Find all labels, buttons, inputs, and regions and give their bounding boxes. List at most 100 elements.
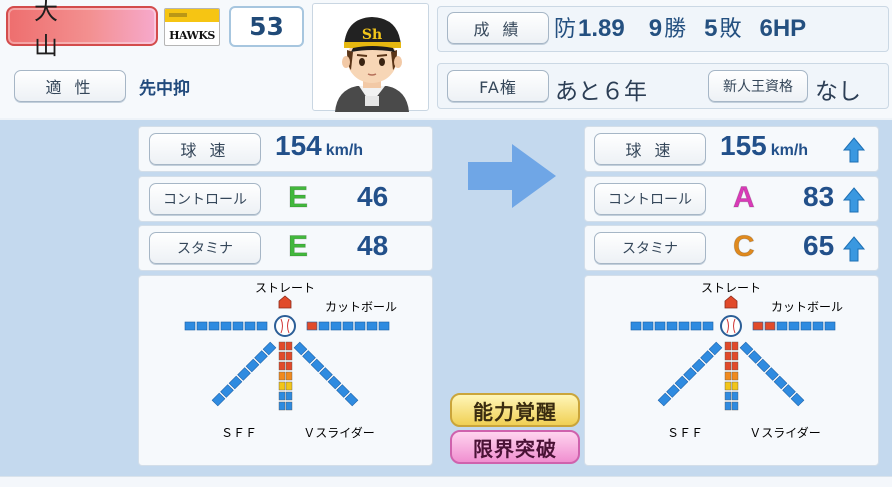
before-fork-segment xyxy=(278,401,286,411)
before-sff-segment xyxy=(245,358,260,373)
before-left-segment xyxy=(220,321,232,331)
after-sff-segment xyxy=(683,367,697,381)
before-vslider-segment xyxy=(319,367,333,381)
after-control-value: 83 xyxy=(803,181,835,212)
player-portrait: Sh xyxy=(312,3,429,112)
before-fork-segment xyxy=(285,381,293,391)
before-speed-label: 球 速 xyxy=(149,133,261,165)
era-prefix: 防 xyxy=(554,17,577,42)
before-cutball-segment xyxy=(330,321,342,331)
team-logo-stripe xyxy=(165,9,219,22)
after-speed-unit: km/h xyxy=(770,142,809,159)
aptitude-value: 先中抑 xyxy=(139,79,190,99)
after-sff-segment xyxy=(708,341,723,356)
after-vslider-segment xyxy=(748,350,762,364)
before-cutball-segment xyxy=(342,321,354,331)
rookie-label: 新人王資格 xyxy=(708,70,808,102)
after-vslider-segment xyxy=(790,392,805,407)
before-sff-segment xyxy=(211,392,226,407)
after-vslider-segment xyxy=(756,358,771,373)
before-fork-segment xyxy=(285,371,293,381)
after-sff-segment xyxy=(700,350,714,364)
after-speed-value: 155 xyxy=(720,130,767,161)
after-cutball-segment xyxy=(824,321,836,331)
fa-label: FA権 xyxy=(447,70,549,102)
record-label: 成 績 xyxy=(447,12,549,44)
after-fork-segment xyxy=(724,341,732,351)
after-fork-segment xyxy=(731,381,739,391)
after-ball-icon xyxy=(720,315,742,337)
before-vslider-segment xyxy=(344,392,359,407)
after-sff-segment xyxy=(674,375,689,390)
before-fork-segment xyxy=(278,391,286,401)
after-fork-segment xyxy=(731,341,739,351)
bottom-strip xyxy=(0,476,892,487)
record-values: 防 1.89 9 勝 5 敗 6HP xyxy=(554,11,806,43)
after-straight-label: ストレート xyxy=(701,281,761,295)
after-left-segment xyxy=(690,321,702,331)
after-fork-segment xyxy=(731,361,739,371)
after-sff-segment xyxy=(691,358,706,373)
before-straight-marker xyxy=(278,295,292,309)
before-sff-label: ＳＦＦ xyxy=(221,426,257,440)
before-vslider-segment xyxy=(336,384,350,398)
after-cutball-segment xyxy=(764,321,776,331)
before-fork-segment xyxy=(285,391,293,401)
before-vslider-segment xyxy=(310,358,325,373)
after-fork-segment xyxy=(731,351,739,361)
before-cutball-segment xyxy=(306,321,318,331)
team-logo-text: HAWKS xyxy=(169,29,215,42)
awaken-button[interactable]: 能力覚醒 xyxy=(450,393,580,427)
after-speed-block: 155 km/h xyxy=(720,130,808,162)
player-name-plate: 大 山 xyxy=(6,0,158,60)
after-fork-segment xyxy=(731,401,739,411)
after-vslider-segment xyxy=(739,341,754,356)
before-fork-segment xyxy=(278,341,286,351)
before-control-grade: E xyxy=(287,181,309,215)
before-speed-block: 154 km/h xyxy=(275,130,363,162)
before-pitch-diagram: ストレート カットボール ＳＦＦ Ｖスライダー xyxy=(184,281,397,440)
after-left-segment xyxy=(666,321,678,331)
before-pitch-chart: ストレート カットボール ＳＦＦ Ｖスライダー xyxy=(138,275,433,466)
after-left-segment xyxy=(642,321,654,331)
after-cutball-segment xyxy=(776,321,788,331)
before-sff-segment xyxy=(220,384,234,398)
before-left-segment xyxy=(232,321,244,331)
svg-text:Sh: Sh xyxy=(362,27,382,43)
losses-unit: 敗 xyxy=(719,17,742,42)
aptitude-label: 適 性 xyxy=(14,70,126,102)
after-speed-up-arrow-icon xyxy=(842,136,866,168)
after-stamina-up-arrow-icon xyxy=(842,235,866,267)
before-speed-unit: km/h xyxy=(325,142,364,159)
before-fork-segment xyxy=(285,341,293,351)
after-cutball-segment xyxy=(788,321,800,331)
after-vslider-segment xyxy=(765,367,779,381)
before-cutball-segment xyxy=(366,321,378,331)
before-speed-value: 154 xyxy=(275,130,322,161)
before-stamina-value: 48 xyxy=(357,230,389,261)
before-left-segment xyxy=(244,321,256,331)
after-left-segment xyxy=(678,321,690,331)
after-fork-segment xyxy=(731,391,739,401)
after-vslider-segment xyxy=(773,375,788,390)
limit-break-button[interactable]: 限界突破 xyxy=(450,430,580,464)
after-straight-marker xyxy=(724,295,738,309)
wins-value: 9 xyxy=(648,15,663,42)
player-name: 大 山 xyxy=(34,0,86,60)
after-cutball-segment xyxy=(812,321,824,331)
after-left-segment xyxy=(702,321,714,331)
before-cutball-segment xyxy=(354,321,366,331)
before-cutball-segment xyxy=(318,321,330,331)
after-stamina-grade: C xyxy=(733,230,756,264)
after-sff-segment xyxy=(666,384,680,398)
after-left-segment xyxy=(630,321,642,331)
before-cutball-segment xyxy=(378,321,390,331)
after-vslider-label: Ｖスライダー xyxy=(749,425,821,440)
before-fork-segment xyxy=(285,351,293,361)
player-avatar-image: Sh xyxy=(335,17,409,112)
after-sff-segment xyxy=(657,392,672,407)
after-control-label: コントロール xyxy=(594,183,706,215)
before-fork-segment xyxy=(278,371,286,381)
uniform-number: 53 xyxy=(229,6,304,47)
before-stamina-grade: E xyxy=(287,230,309,264)
